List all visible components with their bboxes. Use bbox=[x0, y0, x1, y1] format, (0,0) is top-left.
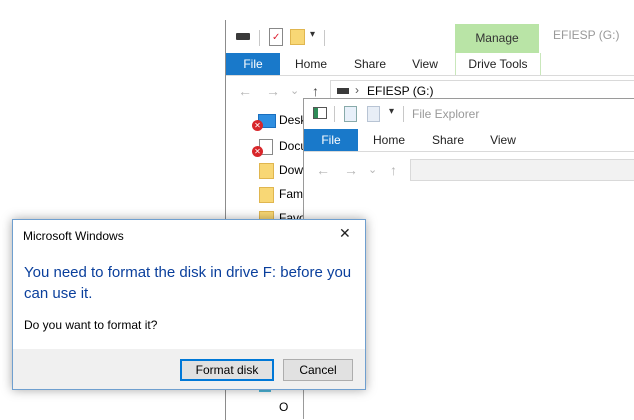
folder-icon bbox=[259, 187, 274, 203]
forward-icon[interactable]: → bbox=[344, 157, 358, 183]
tab-home[interactable]: Home bbox=[364, 129, 414, 151]
recent-locations-icon[interactable]: ⌄ bbox=[368, 157, 377, 183]
folder-icon bbox=[259, 163, 274, 179]
format-disk-button[interactable]: Format disk bbox=[180, 359, 274, 381]
back-icon[interactable]: ← bbox=[238, 78, 252, 104]
tab-file[interactable]: File bbox=[304, 129, 358, 151]
dialog-question: Do you want to format it? bbox=[24, 318, 158, 332]
address-chevron-icon[interactable]: › bbox=[355, 83, 359, 97]
dialog-title: Microsoft Windows bbox=[23, 229, 124, 243]
tab-drive-tools[interactable]: Drive Tools bbox=[455, 53, 541, 75]
error-badge-icon: ✕ bbox=[252, 120, 263, 131]
properties-icon[interactable]: ✓ bbox=[269, 28, 283, 46]
new-folder-icon[interactable] bbox=[290, 29, 305, 45]
window-title: EFIESP (G:) bbox=[553, 28, 620, 42]
forward-icon[interactable]: → bbox=[266, 78, 280, 104]
properties-icon[interactable] bbox=[344, 106, 357, 122]
format-disk-dialog: Microsoft Windows ✕ You need to format t… bbox=[12, 219, 366, 390]
navigation-bar: ← → ⌄ ↑ bbox=[304, 157, 634, 183]
tab-share[interactable]: Share bbox=[344, 53, 396, 75]
error-badge-icon: ✕ bbox=[252, 146, 263, 157]
qat-dropdown-icon[interactable]: ▾ bbox=[389, 106, 394, 117]
tab-view[interactable]: View bbox=[480, 129, 526, 151]
ribbon-tabs: File Home Share View Drive Tools bbox=[226, 53, 634, 76]
address-text: EFIESP (G:) bbox=[367, 84, 434, 98]
ribbon-tabs: File Home Share View bbox=[304, 129, 634, 152]
nav-item-label: Fami bbox=[279, 187, 306, 201]
nav-item-label: Dow bbox=[279, 163, 304, 177]
dialog-footer: Format disk Cancel bbox=[13, 349, 365, 389]
quick-access-toolbar: ▾ File Explorer bbox=[304, 99, 634, 129]
tab-home[interactable]: Home bbox=[286, 53, 336, 75]
up-icon[interactable]: ↑ bbox=[390, 157, 397, 183]
close-icon[interactable]: ✕ bbox=[339, 225, 351, 242]
address-bar[interactable] bbox=[410, 159, 634, 181]
quick-access-toolbar: ✓ ▾ Manage EFIESP (G:) bbox=[226, 20, 634, 53]
tab-file[interactable]: File bbox=[226, 53, 280, 75]
tab-view[interactable]: View bbox=[402, 53, 448, 75]
tab-share[interactable]: Share bbox=[422, 129, 474, 151]
window-icon bbox=[313, 107, 327, 119]
recent-locations-icon[interactable]: ⌄ bbox=[290, 78, 299, 104]
manage-label: Manage bbox=[475, 31, 519, 45]
window-title: File Explorer bbox=[412, 107, 480, 121]
back-icon[interactable]: ← bbox=[316, 157, 330, 183]
cancel-button[interactable]: Cancel bbox=[283, 359, 353, 381]
manage-context-header[interactable]: Manage bbox=[455, 24, 539, 53]
qat-dropdown-icon[interactable]: ▾ bbox=[310, 29, 315, 40]
drive-icon bbox=[337, 88, 349, 94]
dialog-heading: You need to format the disk in drive F: … bbox=[24, 264, 352, 302]
drive-icon bbox=[236, 33, 250, 40]
new-folder-icon[interactable] bbox=[367, 106, 380, 122]
